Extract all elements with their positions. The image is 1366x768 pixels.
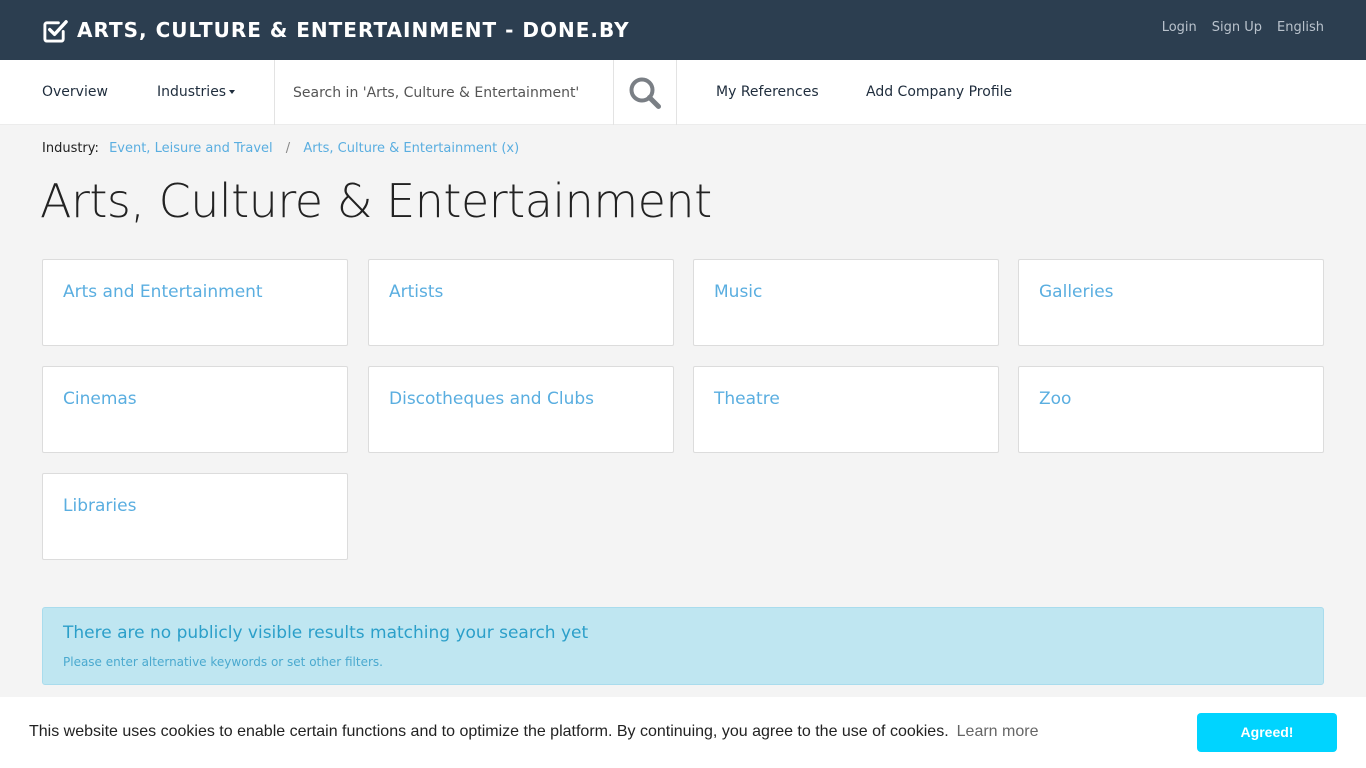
alert-title: There are no publicly visible results ma… xyxy=(63,623,589,643)
category-tile-zoo[interactable]: Zoo xyxy=(1018,366,1324,453)
breadcrumb: Industry: Event, Leisure and Travel / Ar… xyxy=(42,141,519,156)
cookie-banner: This website uses cookies to enable cert… xyxy=(0,697,1366,768)
check-square-icon xyxy=(43,20,68,43)
category-tile-artists[interactable]: Artists xyxy=(368,259,674,346)
category-tile-music[interactable]: Music xyxy=(693,259,999,346)
breadcrumb-item-arts-culture[interactable]: Arts, Culture & Entertainment (x) xyxy=(303,141,519,156)
signup-link[interactable]: Sign Up xyxy=(1212,20,1262,35)
login-link[interactable]: Login xyxy=(1162,20,1197,35)
category-label: Galleries xyxy=(1039,282,1114,302)
brand[interactable]: ARTS, CULTURE & ENTERTAINMENT - DONE.BY xyxy=(42,17,630,44)
breadcrumb-item-event-leisure-travel[interactable]: Event, Leisure and Travel xyxy=(109,141,273,156)
breadcrumb-separator: / xyxy=(285,141,291,156)
category-tile-arts-and-entertainment[interactable]: Arts and Entertainment xyxy=(42,259,348,346)
page-title: Arts, Culture & Entertainment xyxy=(40,174,712,228)
language-link[interactable]: English xyxy=(1277,20,1324,35)
nav-industries-label: Industries xyxy=(157,84,227,100)
nav-add-company-profile[interactable]: Add Company Profile xyxy=(866,60,1012,125)
category-label: Libraries xyxy=(63,496,137,516)
caret-down-icon xyxy=(229,90,236,94)
category-tile-galleries[interactable]: Galleries xyxy=(1018,259,1324,346)
agree-button[interactable]: Agreed! xyxy=(1197,713,1337,752)
search-icon xyxy=(629,77,661,109)
nav-my-references[interactable]: My References xyxy=(716,60,819,125)
cookie-text: This website uses cookies to enable cert… xyxy=(29,723,949,740)
category-label: Zoo xyxy=(1039,389,1072,409)
alert-text: Please enter alternative keywords or set… xyxy=(63,655,383,669)
category-tile-discotheques-and-clubs[interactable]: Discotheques and Clubs xyxy=(368,366,674,453)
no-results-alert: There are no publicly visible results ma… xyxy=(42,607,1324,685)
search-input[interactable] xyxy=(275,60,613,125)
nav-overview[interactable]: Overview xyxy=(42,60,108,125)
category-label: Artists xyxy=(389,282,444,302)
search-box xyxy=(274,60,614,125)
search-button[interactable] xyxy=(614,60,677,125)
main-navbar: Overview Industries My References Add Co… xyxy=(0,60,1366,125)
category-tile-libraries[interactable]: Libraries xyxy=(42,473,348,560)
category-tile-theatre[interactable]: Theatre xyxy=(693,366,999,453)
category-tile-cinemas[interactable]: Cinemas xyxy=(42,366,348,453)
top-header-bar: ARTS, CULTURE & ENTERTAINMENT - DONE.BY … xyxy=(0,0,1366,60)
category-label: Cinemas xyxy=(63,389,137,409)
brand-title: ARTS, CULTURE & ENTERTAINMENT - DONE.BY xyxy=(77,18,630,42)
category-label: Theatre xyxy=(714,389,780,409)
category-label: Music xyxy=(714,282,763,302)
cookie-message: This website uses cookies to enable cert… xyxy=(29,723,1038,741)
learn-more-link[interactable]: Learn more xyxy=(957,723,1039,740)
breadcrumb-label: Industry: xyxy=(42,141,99,156)
category-label: Discotheques and Clubs xyxy=(389,389,595,409)
nav-industries-dropdown[interactable]: Industries xyxy=(157,60,236,125)
top-links: Login Sign Up English xyxy=(1162,20,1324,35)
category-label: Arts and Entertainment xyxy=(63,282,263,302)
